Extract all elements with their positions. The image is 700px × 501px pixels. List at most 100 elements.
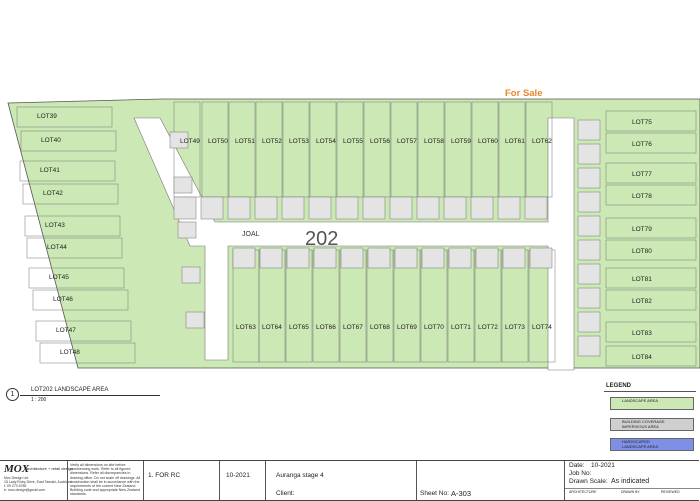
lot-label-lot72: LOT72 xyxy=(478,324,498,331)
garage-bottom xyxy=(394,247,418,269)
garage-top xyxy=(470,196,494,220)
company-line-4: e: mox.design@gmail.com xyxy=(4,488,46,492)
client-label: Client: xyxy=(276,490,295,497)
lot-label-lot82: LOT82 xyxy=(632,298,652,305)
lot-label-lot78: LOT78 xyxy=(632,193,652,200)
scale-label: Drawn Scale: xyxy=(569,478,608,485)
lot-label-lot67: LOT67 xyxy=(343,324,363,331)
revision-cell: 1. FOR RC xyxy=(143,461,219,500)
lot-label-lot69: LOT69 xyxy=(397,324,417,331)
lot-label-lot84: LOT84 xyxy=(632,354,652,361)
garage-bottom xyxy=(313,247,337,269)
company-section: MOX architecture + retail design Mox Des… xyxy=(4,463,73,499)
info-rule xyxy=(565,488,700,489)
lot-label-lot81: LOT81 xyxy=(632,276,652,283)
garage-bottom xyxy=(421,247,445,269)
revision-date: 10-2021 xyxy=(226,472,250,479)
garage-top xyxy=(227,196,251,220)
garage-top xyxy=(362,196,386,220)
garage-left xyxy=(173,176,193,194)
legend-label-building: BUILDING COVERAGE IMPERVIOUS AREA xyxy=(622,419,665,429)
lot-label-lot64: LOT64 xyxy=(262,324,282,331)
garage-right xyxy=(577,167,601,189)
sheet-label: Sheet No: xyxy=(420,490,449,497)
lot-label-lot73: LOT73 xyxy=(505,324,525,331)
garage-right xyxy=(577,119,601,141)
legend: LEGEND LANDSCAPE AREA BUILDING COVERAGE … xyxy=(600,383,698,453)
lot-label-lot58: LOT58 xyxy=(424,138,444,145)
lot-label-lot46: LOT46 xyxy=(53,296,73,303)
lot-label-lot55: LOT55 xyxy=(343,138,363,145)
lot-label-lot63: LOT63 xyxy=(236,324,256,331)
garage-top xyxy=(308,196,332,220)
site-number: 202 xyxy=(305,228,338,250)
sheet-number: A-303 xyxy=(451,489,472,498)
legend-label-hardscape: HARDSCAPED LANDSCAPE AREA xyxy=(622,439,659,449)
lot-label-lot75: LOT75 xyxy=(632,119,652,126)
lot-label-lot54: LOT54 xyxy=(316,138,336,145)
garage-bottom xyxy=(259,247,283,269)
garage-top xyxy=(443,196,467,220)
lot-label-lot79: LOT79 xyxy=(632,226,652,233)
lot-label-lot60: LOT60 xyxy=(478,138,498,145)
project-cell: Auranga stage 4 Client: xyxy=(265,461,416,500)
company-logo-sub: architecture + retail design xyxy=(26,466,74,471)
lot-label-lot77: LOT77 xyxy=(632,171,652,178)
lot-label-lot62: LOT62 xyxy=(532,138,552,145)
caption-rule xyxy=(20,395,160,396)
garage-top xyxy=(389,196,413,220)
general-notes: Verify all dimensions on site before com… xyxy=(70,463,141,497)
lot-label-lot68: LOT68 xyxy=(370,324,390,331)
garage-right xyxy=(577,239,601,261)
info-cell: Date: 10-2021 Job No: Drawn Scale: As in… xyxy=(564,461,700,500)
legend-label-landscape: LANDSCAPE AREA xyxy=(622,398,659,403)
lot-label-lot39: LOT39 xyxy=(37,113,57,120)
lot-label-lot57: LOT57 xyxy=(397,138,417,145)
lot-label-lot50: LOT50 xyxy=(208,138,228,145)
garage-top xyxy=(335,196,359,220)
revision-date-cell: 10-2021 xyxy=(219,461,265,500)
garage-top xyxy=(254,196,278,220)
garage-bottom xyxy=(286,247,310,269)
date-label: Date: xyxy=(569,462,585,469)
lot-label-lot74: LOT74 xyxy=(532,324,552,331)
caption-title: LOT202 LANDSCAPE AREA xyxy=(31,387,109,393)
sheet-cell: Sheet No: A-303 xyxy=(416,461,564,500)
lot-label-lot53: LOT53 xyxy=(289,138,309,145)
lot-label-lot47: LOT47 xyxy=(56,327,76,334)
garage-right xyxy=(577,143,601,165)
lot-label-lot76: LOT76 xyxy=(632,141,652,148)
garage-top xyxy=(497,196,521,220)
date-value: 10-2021 xyxy=(591,462,615,469)
job-label: Job No: xyxy=(569,470,592,477)
lot-label-lot48: LOT48 xyxy=(60,349,80,356)
garage-bottom xyxy=(448,247,472,269)
lot-label-lot45: LOT45 xyxy=(49,274,69,281)
for-sale-label: For Sale xyxy=(505,88,543,99)
garage-bottom xyxy=(340,247,364,269)
reviewed: REVIEWED xyxy=(661,490,680,494)
lot-label-lot65: LOT65 xyxy=(289,324,309,331)
lot-label-lot71: LOT71 xyxy=(451,324,471,331)
lot-label-lot61: LOT61 xyxy=(505,138,525,145)
garage-top xyxy=(524,196,548,220)
garage-right xyxy=(577,215,601,237)
garage-right xyxy=(577,191,601,213)
lot-label-lot43: LOT43 xyxy=(45,222,65,229)
drawn-by: DRAWN BY xyxy=(621,490,640,494)
garage-right xyxy=(577,335,601,357)
lot-label-lot70: LOT70 xyxy=(424,324,444,331)
lot-label-lot44: LOT44 xyxy=(47,244,67,251)
lot-label-lot52: LOT52 xyxy=(262,138,282,145)
joal-label: JOAL xyxy=(242,231,260,238)
garage-right xyxy=(577,311,601,333)
lot-label-lot49: LOT49 xyxy=(180,138,200,145)
garage-bottom xyxy=(232,247,256,269)
lot-label-lot80: LOT80 xyxy=(632,248,652,255)
garage-bottom xyxy=(529,247,553,269)
scale-value: As indicated xyxy=(611,478,650,485)
caption-number: 1 xyxy=(10,391,15,398)
garage-bottom xyxy=(475,247,499,269)
lot-label-lot40: LOT40 xyxy=(41,137,61,144)
garage-left xyxy=(181,266,201,284)
